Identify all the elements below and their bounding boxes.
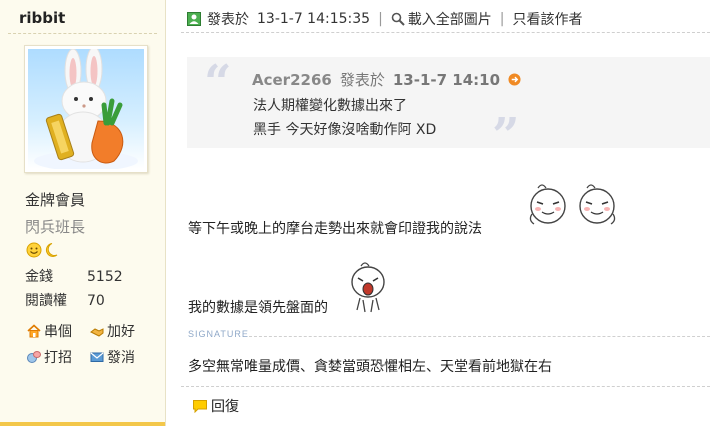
posted-prefix: 發表於 (207, 12, 249, 28)
open-quote-mark: “ (204, 55, 232, 111)
quote-time: 13-1-7 14:10 (392, 70, 501, 89)
greet-label: 打招 (44, 350, 72, 366)
user-sidebar: ribbit 金牌會員 閃兵班長 金錢 5152 閱讀權 70 串個 加好 打招… (0, 0, 166, 426)
add-friend-label: 加好 (107, 324, 135, 340)
divider: | (499, 11, 505, 27)
mail-icon (90, 352, 104, 362)
greet-icon (27, 351, 41, 363)
footer-divider (181, 386, 710, 387)
smiley-emoticon-icon (529, 184, 566, 225)
load-all-images-link[interactable]: 載入全部圖片 (391, 9, 492, 29)
divider: | (378, 11, 383, 27)
crying-emoticon-icon (351, 262, 385, 313)
quote-line: 黑手 今天好像沒啥動作阿 XD (253, 122, 437, 138)
quote-block: “ Acer2266 發表於 13-1-7 14:10 法人期權變化數據出來了 … (187, 55, 710, 160)
post-header: 發表於 13-1-7 14:15:35 | 載入全部圖片 | 只看該作者 (187, 8, 583, 30)
signature-label: SIGNATURE (188, 329, 249, 339)
quote-line: 法人期權變化數據出來了 (253, 98, 407, 114)
stat-value: 5152 (87, 269, 123, 285)
message-line: 我的數據是領先盤面的 (188, 300, 328, 316)
send-message-label: 發消 (107, 350, 135, 366)
load-all-images-label: 載入全部圖片 (407, 12, 492, 28)
stat-money: 金錢 5152 (25, 266, 123, 286)
reply-label: 回復 (211, 399, 239, 415)
quote-header: Acer2266 發表於 13-1-7 14:10 (252, 69, 521, 90)
close-quote-mark: ” (492, 108, 520, 164)
avatar[interactable] (24, 45, 148, 173)
visit-space-label: 串個 (44, 324, 72, 340)
bunny-carrot-image (34, 46, 138, 171)
jump-to-post-icon[interactable] (508, 73, 521, 86)
username[interactable]: ribbit (19, 9, 65, 27)
quote-author: Acer2266 (252, 70, 332, 89)
posted-time: 13-1-7 14:15:35 (257, 11, 371, 27)
reply-icon (193, 400, 207, 413)
reply-button[interactable]: 回復 (192, 396, 239, 416)
avatar-image (28, 46, 144, 171)
online-status-icon (26, 242, 60, 258)
online-user-icon (187, 12, 201, 26)
only-author-link[interactable]: 只看該作者 (513, 9, 583, 29)
smiley-emoticon-icon (579, 184, 616, 225)
stat-read-permission: 閱讀權 70 (25, 290, 105, 310)
stat-label: 閱讀權 (25, 293, 67, 309)
signature-divider (249, 336, 710, 337)
greet-link[interactable]: 打招 (27, 347, 72, 367)
user-rank: 閃兵班長 (25, 218, 86, 236)
user-group[interactable]: 金牌會員 (25, 189, 85, 210)
message-line: 等下午或晚上的摩台走勢出來就會印證我的說法 (188, 221, 482, 237)
search-icon (391, 12, 405, 26)
divider (8, 33, 157, 34)
send-message-link[interactable]: 發消 (90, 347, 135, 367)
header-divider (181, 32, 710, 33)
visit-space-link[interactable]: 串個 (27, 321, 72, 341)
sidebar-bottom-bar (0, 422, 165, 426)
home-icon (27, 324, 41, 338)
stat-label: 金錢 (25, 269, 53, 285)
stat-value: 70 (87, 293, 105, 309)
quote-posted-prefix: 發表於 (339, 71, 385, 89)
add-friend-link[interactable]: 加好 (90, 321, 135, 341)
signature-text: 多空無常唯量成價、貪婪當頭恐懼相左、天堂看前地獄在右 (188, 359, 552, 375)
handshake-icon (90, 328, 104, 337)
